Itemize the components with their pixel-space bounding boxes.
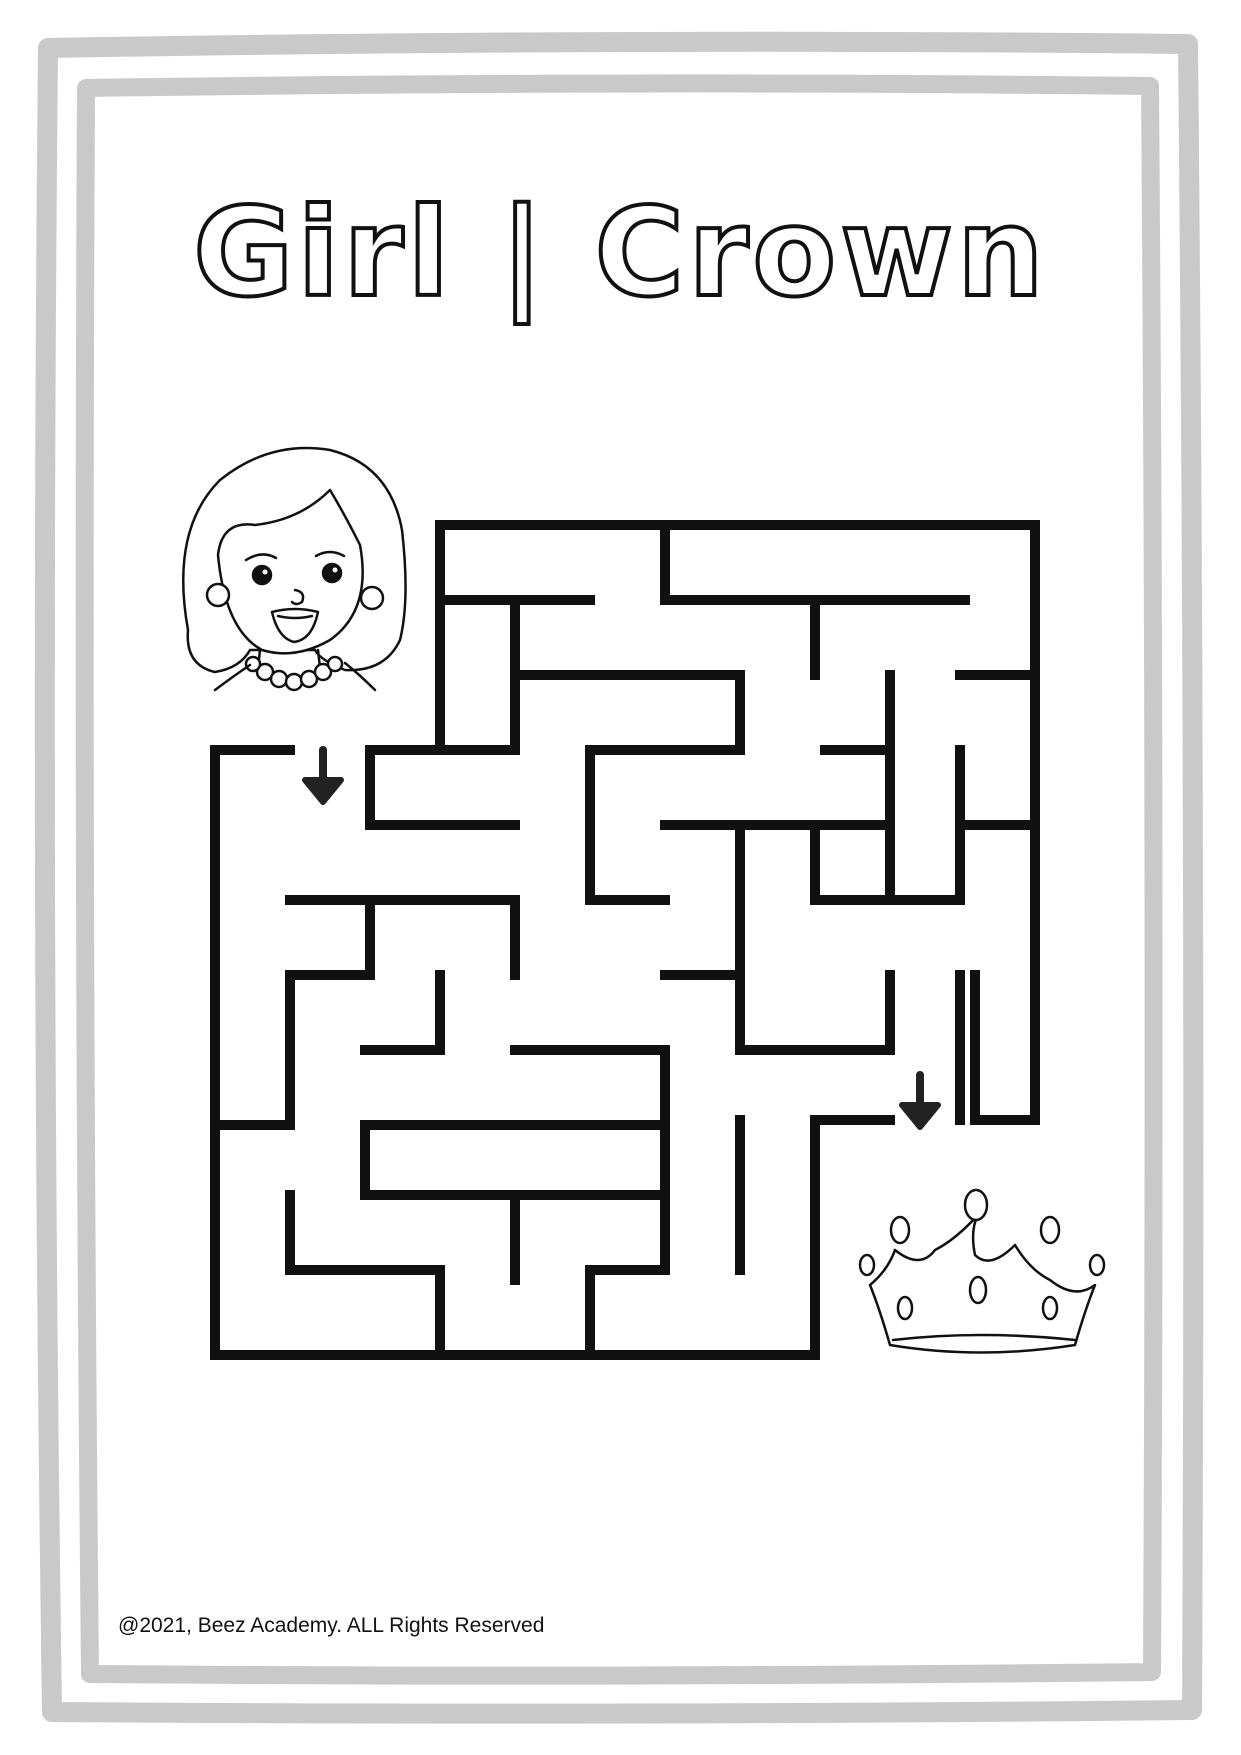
maze-wall xyxy=(365,895,520,980)
worksheet-page: Girl | Crown @2021, Beez Academy. ALL Ri… xyxy=(0,0,1241,1755)
maze-wall xyxy=(360,1120,670,1200)
down-arrow-icon xyxy=(899,1071,941,1130)
maze-wall xyxy=(510,1045,670,1130)
maze-wall xyxy=(510,670,745,905)
maze-wall xyxy=(435,595,520,755)
maze-wall xyxy=(885,820,965,905)
crown-icon xyxy=(858,1188,1106,1354)
maze-canvas xyxy=(182,446,1106,1360)
maze-wall xyxy=(360,970,445,1055)
maze-wall xyxy=(660,820,745,1055)
maze-wall xyxy=(285,1190,445,1360)
down-arrow-icon xyxy=(302,746,344,805)
maze-wall xyxy=(810,670,895,905)
maze-wall xyxy=(955,745,1040,830)
maze-wall xyxy=(735,970,895,1055)
maze-wall xyxy=(660,520,970,605)
girl-face-icon xyxy=(182,446,407,692)
maze-wall xyxy=(285,895,375,1130)
copyright-notice: @2021, Beez Academy. ALL Rights Reserved xyxy=(118,1614,545,1637)
